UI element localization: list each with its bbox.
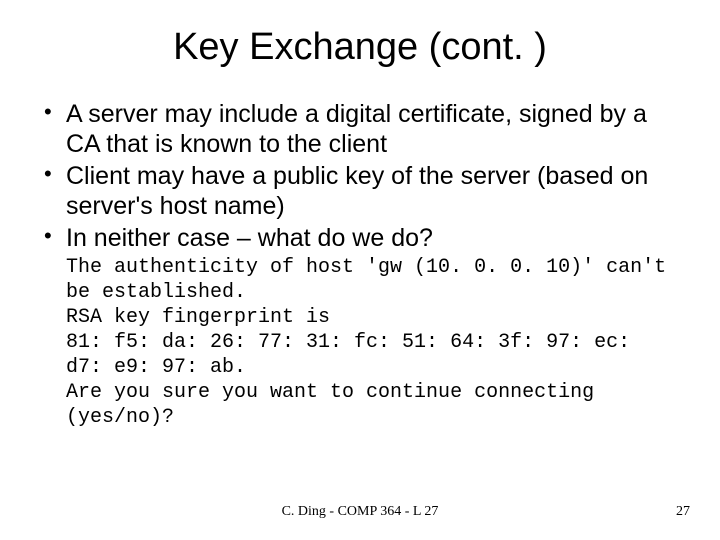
bullet-item: In neither case – what do we do?: [44, 223, 684, 253]
slide: Key Exchange (cont. ) A server may inclu…: [0, 0, 720, 540]
bullet-item: A server may include a digital certifica…: [44, 99, 684, 159]
slide-title: Key Exchange (cont. ): [36, 26, 684, 69]
footer-text: C. Ding - COMP 364 - L 27: [0, 504, 720, 520]
terminal-text: The authenticity of host 'gw (10. 0. 0. …: [66, 255, 674, 430]
bullet-item: Client may have a public key of the serv…: [44, 161, 684, 221]
page-number: 27: [676, 504, 690, 520]
bullet-list: A server may include a digital certifica…: [36, 99, 684, 253]
